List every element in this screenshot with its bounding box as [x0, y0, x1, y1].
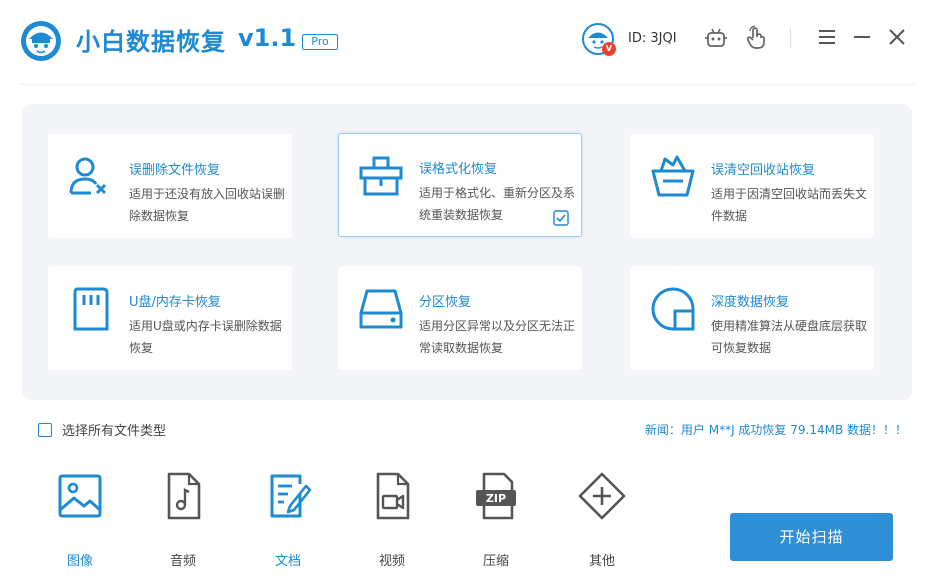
start-scan-button[interactable]: 开始扫描 — [730, 513, 893, 561]
card-description: 适用于还没有放入回收站误删除数据恢复 — [129, 187, 286, 223]
menu-icon[interactable] — [816, 26, 838, 48]
pro-badge: Pro — [302, 34, 338, 50]
close-icon[interactable] — [886, 26, 908, 48]
news-ticker: 新闻：用户 M**J 成功恢复 79.14MB 数据！！！ — [644, 423, 907, 437]
card-description: 使用精准算法从硬盘底层获取可恢复数据 — [711, 319, 868, 355]
select-all-file-types[interactable]: 选择所有文件类型 — [38, 420, 166, 439]
header-separator — [20, 84, 915, 85]
card-title: 误清空回收站恢复 — [711, 163, 816, 178]
card-deleted-files[interactable]: 误删除文件恢复 适用于还没有放入回收站误删除数据恢复 — [48, 134, 292, 238]
file-type-video[interactable]: 视频 — [357, 470, 427, 570]
file-type-label: 文档 — [274, 554, 301, 569]
file-type-label: 音频 — [169, 554, 196, 569]
card-title: 误格式化恢复 — [419, 162, 498, 177]
title-bar: 小白数据恢复 v1.1 Pro V ID: 3JQI — [0, 0, 935, 84]
select-all-checkbox[interactable] — [38, 422, 52, 437]
hard-drive-icon — [359, 289, 403, 329]
card-description: 适用U盘或内存卡误删除数据恢复 — [129, 319, 282, 355]
app-logo-icon — [21, 21, 61, 61]
header-divider — [790, 28, 791, 48]
robot-service-icon[interactable] — [703, 25, 729, 51]
card-title: 深度数据恢复 — [711, 295, 790, 310]
svg-text:ZIP: ZIP — [486, 492, 506, 505]
file-type-audio[interactable]: 音频 — [148, 470, 218, 570]
file-type-label: 视频 — [378, 554, 405, 569]
deep-scan-icon — [651, 287, 695, 331]
sd-card-icon — [73, 287, 109, 331]
recycle-bin-icon — [651, 155, 695, 197]
document-icon — [270, 474, 312, 518]
zip-icon: ZIP — [476, 472, 516, 520]
hand-pointer-icon[interactable] — [743, 25, 769, 51]
card-title: U盘/内存卡恢复 — [129, 295, 221, 310]
card-format-recovery[interactable]: 误格式化恢复 适用于格式化、重新分区及系统重装数据恢复 — [338, 133, 582, 237]
vip-badge: V — [602, 42, 616, 56]
format-drive-icon — [359, 156, 403, 196]
file-type-document[interactable]: 文档 — [253, 470, 323, 570]
card-partition-recovery[interactable]: 分区恢复 适用分区异常以及分区无法正常读取数据恢复 — [338, 266, 582, 370]
card-usb-memory-card[interactable]: U盘/内存卡恢复 适用U盘或内存卡误删除数据恢复 — [48, 266, 292, 370]
file-type-compressed[interactable]: ZIP 压缩 — [461, 470, 531, 570]
file-type-label: 压缩 — [482, 554, 509, 569]
user-id: ID: 3JQI — [628, 31, 677, 46]
card-title: 误删除文件恢复 — [129, 163, 221, 178]
minimize-icon[interactable] — [851, 26, 873, 48]
audio-icon — [167, 472, 201, 520]
file-type-other[interactable]: 其他 — [567, 470, 637, 570]
card-description: 适用于因清空回收站而丢失文件数据 — [711, 187, 868, 223]
file-type-label: 其他 — [588, 554, 615, 569]
video-icon — [376, 472, 410, 520]
card-description: 适用分区异常以及分区无法正常读取数据恢复 — [419, 319, 576, 355]
other-icon — [578, 472, 626, 520]
card-recycle-bin[interactable]: 误清空回收站恢复 适用于因清空回收站而丢失文件数据 — [630, 134, 874, 238]
card-deep-recovery[interactable]: 深度数据恢复 使用精准算法从硬盘底层获取可恢复数据 — [630, 266, 874, 370]
app-title: 小白数据恢复 — [76, 28, 226, 56]
image-icon — [58, 474, 102, 518]
selected-check-icon — [553, 210, 569, 226]
file-type-label: 图像 — [66, 554, 93, 569]
app-version: v1.1 — [238, 24, 297, 52]
recovery-mode-panel: 误删除文件恢复 适用于还没有放入回收站误删除数据恢复 误格式化恢复 适用于格式化… — [22, 104, 912, 400]
user-delete-icon — [69, 157, 107, 195]
select-all-label: 选择所有文件类型 — [62, 424, 167, 439]
card-title: 分区恢复 — [419, 295, 472, 310]
file-type-image[interactable]: 图像 — [45, 470, 115, 570]
